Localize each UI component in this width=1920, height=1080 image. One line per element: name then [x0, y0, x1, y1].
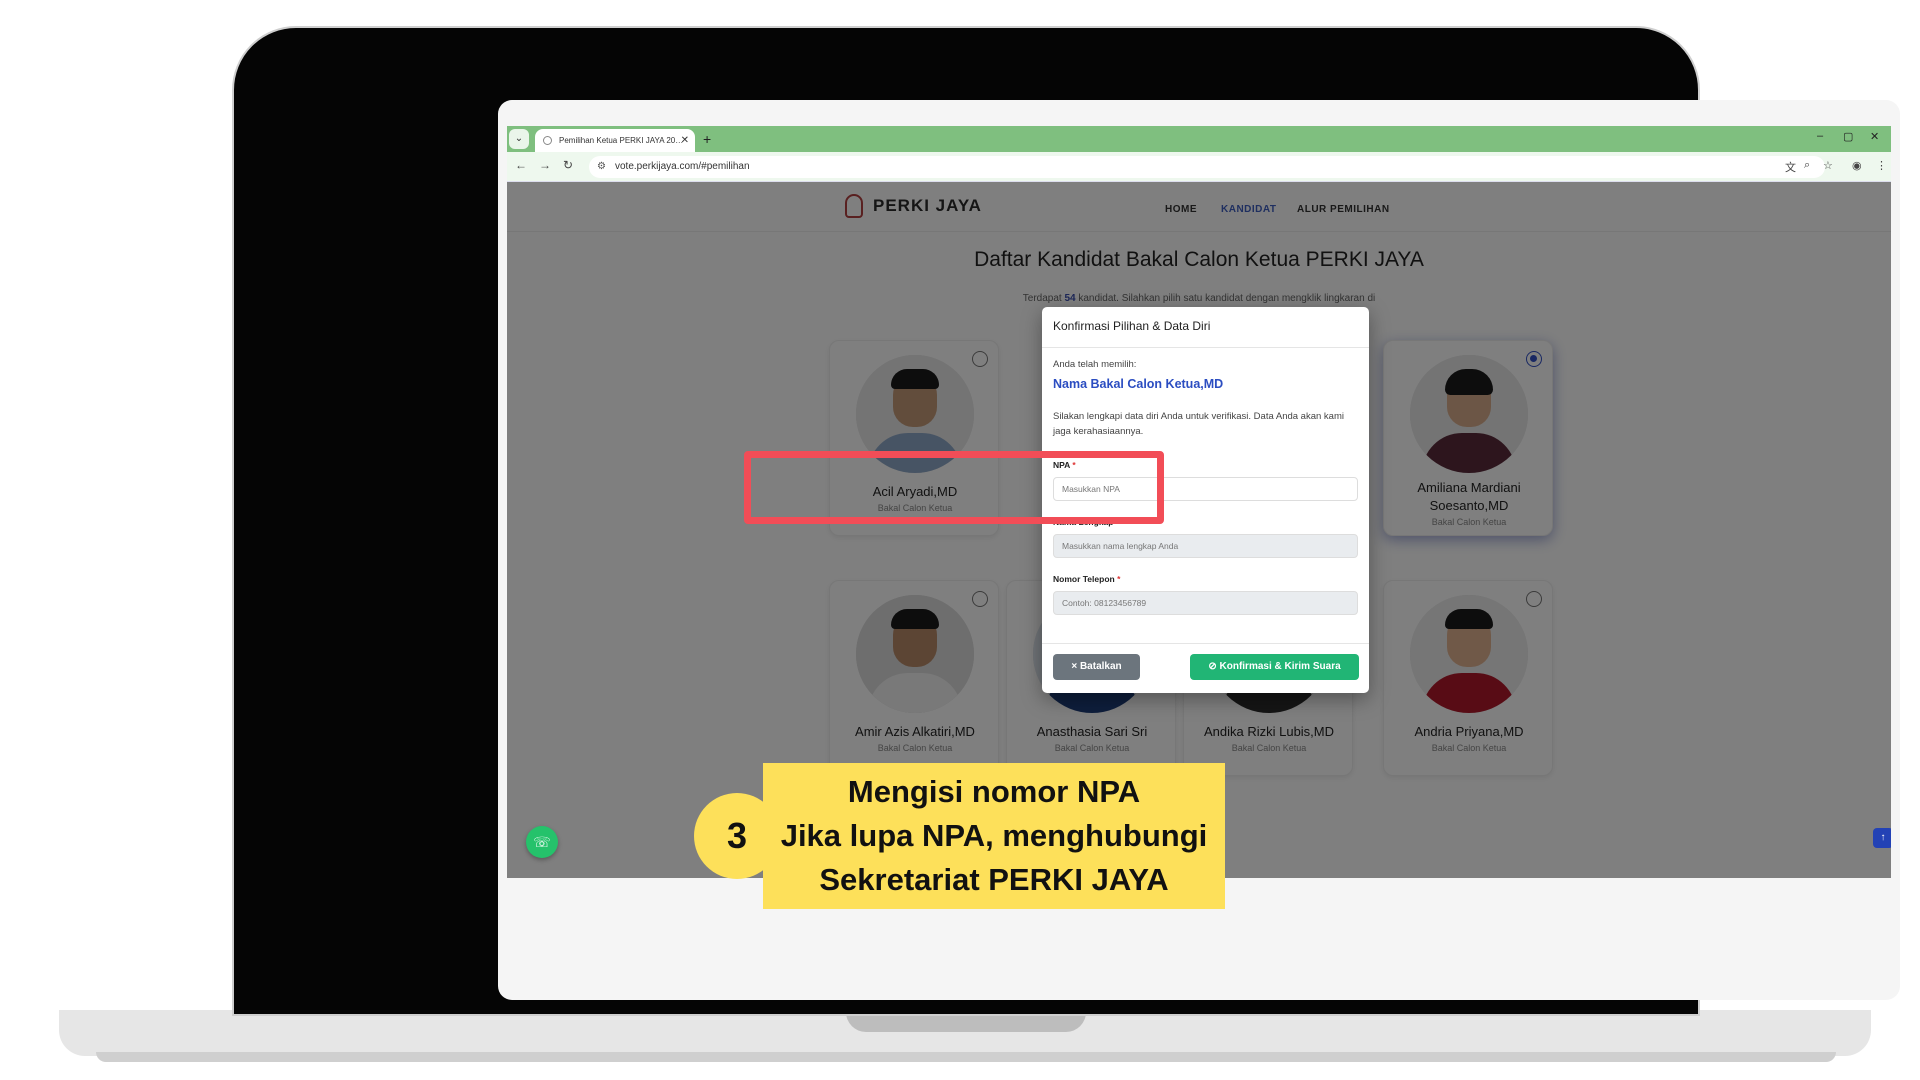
modal-divider: [1042, 347, 1369, 348]
minimize-icon[interactable]: –: [1817, 130, 1823, 142]
address-bar[interactable]: ⚙ vote.perkijaya.com/#pemilihan: [589, 156, 1825, 178]
modal-info-text: Silakan lengkapi data diri Anda untuk ve…: [1053, 411, 1344, 437]
phone-label: Nomor Telepon *: [1053, 574, 1121, 584]
site-settings-icon[interactable]: ⚙: [597, 156, 606, 178]
menu-dots-icon[interactable]: ⋮: [1876, 159, 1887, 172]
zoom-icon[interactable]: ⌕: [1804, 159, 1810, 172]
step-number: 3: [694, 793, 780, 879]
scroll-top-icon[interactable]: ↑: [1873, 828, 1891, 848]
whatsapp-icon[interactable]: ☏: [526, 826, 558, 858]
caption-line: Jika lupa NPA, menghubungi: [780, 818, 1208, 853]
address-url: vote.perkijaya.com/#pemilihan: [615, 161, 750, 172]
back-icon[interactable]: ←: [515, 158, 527, 172]
new-tab-button[interactable]: +: [703, 129, 711, 149]
maximize-icon[interactable]: ▢: [1843, 130, 1853, 143]
reload-icon[interactable]: ↻: [563, 158, 573, 172]
modal-footer-divider: [1042, 643, 1369, 644]
caption-line: Sekretariat PERKI JAYA: [819, 862, 1169, 897]
stage: ⌄ Pemilihan Ketua PERKI JAYA 20… ✕ + – ▢…: [0, 0, 1920, 1080]
profile-avatar-icon[interactable]: ◉: [1852, 159, 1862, 172]
npa-highlight-box: [744, 451, 1164, 524]
forward-icon[interactable]: →: [539, 158, 551, 172]
tab-search-button[interactable]: ⌄: [509, 129, 529, 149]
step-caption: Mengisi nomor NPA Jika lupa NPA, menghub…: [763, 763, 1225, 909]
browser-tab[interactable]: Pemilihan Ketua PERKI JAYA 20… ✕: [535, 129, 695, 152]
phone-input[interactable]: Contoh: 08123456789: [1053, 591, 1358, 615]
full-name-input[interactable]: Masukkan nama lengkap Anda: [1053, 534, 1358, 558]
cancel-button[interactable]: × Batalkan: [1053, 654, 1140, 680]
browser-toolbar: ← → ↻ ⚙ vote.perkijaya.com/#pemilihan 文 …: [507, 152, 1891, 182]
close-window-icon[interactable]: ✕: [1870, 130, 1879, 143]
caption-line: Mengisi nomor NPA: [847, 774, 1141, 809]
globe-icon: [543, 136, 552, 145]
chosen-label: Anda telah memilih:: [1053, 359, 1137, 370]
tab-title: Pemilihan Ketua PERKI JAYA 20…: [559, 136, 684, 145]
tab-close-icon[interactable]: ✕: [681, 129, 689, 152]
laptop-base-shadow: [96, 1052, 1836, 1062]
confirm-vote-button[interactable]: ⊘ Konfirmasi & Kirim Suara: [1190, 654, 1359, 680]
translate-icon[interactable]: 文: [1785, 159, 1796, 175]
tab-bar: ⌄ Pemilihan Ketua PERKI JAYA 20… ✕ + – ▢…: [507, 126, 1891, 152]
modal-title: Konfirmasi Pilihan & Data Diri: [1053, 319, 1211, 333]
chosen-candidate-name: Nama Bakal Calon Ketua,MD: [1053, 377, 1224, 391]
bookmark-star-icon[interactable]: ☆: [1823, 159, 1833, 172]
